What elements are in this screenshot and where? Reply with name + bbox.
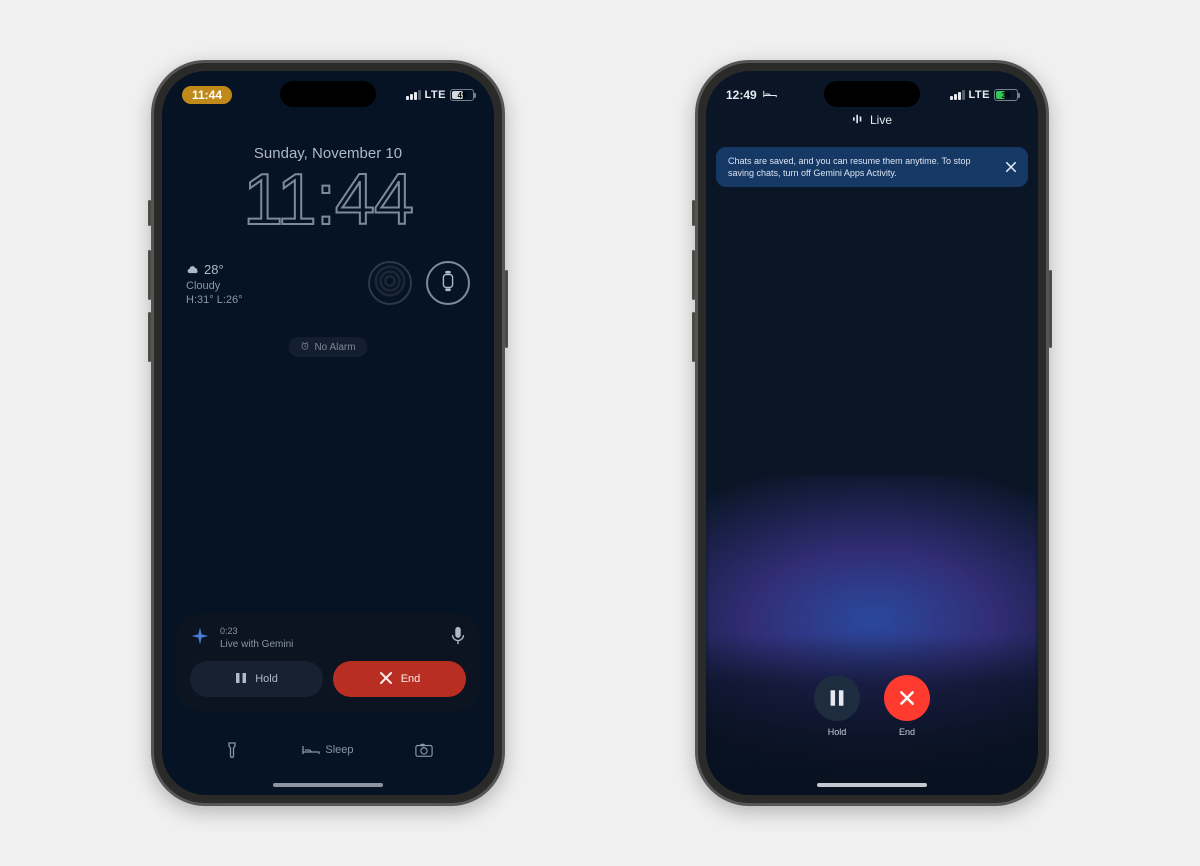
watch-battery-widget[interactable] [426,261,470,305]
signal-icon [950,90,965,100]
close-icon [379,671,393,688]
home-indicator[interactable] [273,783,383,787]
phone-lockscreen: 11:44 LTE 49 Sunday, November 10 11:44 [151,60,505,806]
dynamic-island[interactable] [824,81,920,107]
status-time: 12:49 [726,88,757,102]
widget-row [368,261,470,305]
live-title: Live with Gemini [220,638,440,651]
banner-text: Chats are saved, and you can resume them… [728,156,970,178]
flashlight-button[interactable] [223,741,241,759]
microphone-icon[interactable] [450,626,466,651]
power-button[interactable] [1049,270,1052,348]
mute-switch[interactable] [148,200,151,226]
hold-button[interactable]: Hold [190,661,323,697]
live-duration: 0:23 [220,626,440,638]
live-activity-card[interactable]: 0:23 Live with Gemini Hold [176,614,480,711]
info-banner: Chats are saved, and you can resume them… [716,147,1028,187]
status-time-pill[interactable]: 11:44 [182,86,232,104]
volume-up[interactable] [692,250,695,300]
flashlight-icon [223,741,241,759]
alarm-icon [300,341,309,353]
hold-label: Hold [828,727,847,737]
sleep-label: Sleep [325,744,353,756]
live-header-label: Live [870,113,892,127]
sleep-focus[interactable]: Sleep [302,741,353,759]
weather-temp: 28° [204,261,224,279]
volume-down[interactable] [692,312,695,362]
network-label: LTE [425,89,446,101]
call-controls-panel: Hold End [706,635,1038,795]
volume-down[interactable] [148,312,151,362]
bed-icon [302,741,320,759]
rings-icon [373,264,407,303]
activity-rings-widget[interactable] [368,261,412,305]
lockscreen-time: 11:44 [162,159,494,241]
watch-icon [440,270,456,297]
signal-icon [406,90,421,100]
battery-indicator: 49 [450,89,474,101]
power-button[interactable] [505,270,508,348]
weather-low: L:26° [217,294,243,306]
mute-switch[interactable] [692,200,695,226]
phone-gemini-live: 12:49 LTE 39 [695,60,1049,806]
end-label: End [899,727,915,737]
pause-icon [828,689,846,707]
volume-up[interactable] [148,250,151,300]
weather-condition: Cloudy [186,279,243,294]
alarm-chip[interactable]: No Alarm [288,337,367,357]
end-label: End [401,673,421,685]
network-label: LTE [969,89,990,101]
battery-indicator: 39 [994,89,1018,101]
hold-button[interactable]: Hold [814,675,860,737]
camera-button[interactable] [415,741,433,759]
lockscreen-dock: Sleep [162,741,494,759]
close-icon [898,689,916,707]
alarm-label: No Alarm [314,342,355,353]
weather-high: H:31° [186,294,214,306]
end-button[interactable]: End [333,661,466,697]
weather-widget[interactable]: 28° Cloudy H:31° L:26° [186,261,243,308]
pause-icon [235,672,247,687]
home-indicator[interactable] [817,783,927,787]
sleep-focus-icon [763,88,777,103]
dynamic-island[interactable] [280,81,376,107]
gemini-icon [190,626,210,651]
end-button[interactable]: End [884,675,930,737]
live-header: Live [706,113,1038,127]
camera-icon [415,741,433,759]
hold-label: Hold [255,673,278,685]
cloud-icon [186,261,200,279]
close-icon [1005,161,1017,173]
audio-bars-icon [852,113,864,127]
banner-close-button[interactable] [1002,158,1020,176]
